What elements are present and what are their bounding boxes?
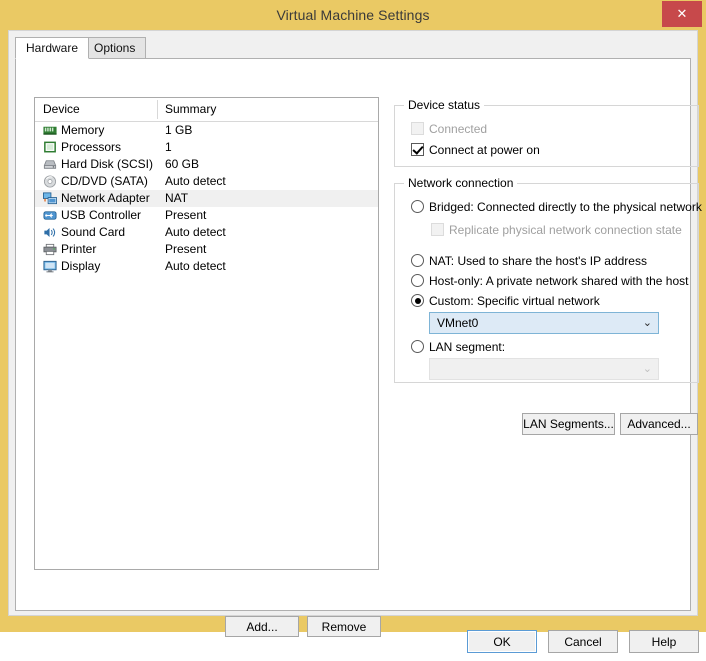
table-row[interactable]: Hard Disk (SCSI) 60 GB <box>35 156 378 173</box>
radio-lan-segment[interactable]: LAN segment: <box>411 340 505 354</box>
radio-custom[interactable]: Custom: Specific virtual network <box>411 294 600 308</box>
title-bar: Virtual Machine Settings ✕ <box>0 0 706 30</box>
radio-button[interactable] <box>411 340 424 353</box>
device-summary: 1 GB <box>165 122 192 139</box>
device-name: USB Controller <box>61 207 141 224</box>
checkbox-box <box>431 223 444 236</box>
tab-options[interactable]: Options <box>83 37 146 59</box>
close-icon[interactable]: ✕ <box>662 1 702 27</box>
ok-button[interactable]: OK <box>467 630 537 653</box>
lan-segments-button[interactable]: LAN Segments... <box>522 413 615 435</box>
radio-host-only[interactable]: Host-only: A private network shared with… <box>411 274 688 288</box>
table-row[interactable]: Network Adapter NAT <box>35 190 378 207</box>
hard-disk-icon <box>42 157 58 172</box>
processor-icon <box>42 140 58 155</box>
radio-bridged-label: Bridged: Connected directly to the physi… <box>429 200 702 214</box>
connected-checkbox: Connected <box>411 122 487 136</box>
radio-button[interactable] <box>411 294 424 307</box>
column-divider <box>157 100 158 119</box>
connected-label: Connected <box>429 122 487 136</box>
radio-custom-label: Custom: Specific virtual network <box>429 294 600 308</box>
radio-bridged[interactable]: Bridged: Connected directly to the physi… <box>411 200 702 214</box>
device-summary: 1 <box>165 139 172 156</box>
sound-card-icon <box>42 225 58 240</box>
dialog-client-area: Hardware Options Device Summary <box>8 30 698 616</box>
cd-dvd-icon <box>42 174 58 189</box>
column-header-summary: Summary <box>165 98 216 121</box>
radio-button[interactable] <box>411 254 424 267</box>
replicate-physical-state-checkbox: Replicate physical network connection st… <box>431 223 682 237</box>
device-name: Display <box>61 258 100 275</box>
custom-network-value: VMnet0 <box>437 313 478 333</box>
replicate-label: Replicate physical network connection st… <box>449 223 682 237</box>
window-title: Virtual Machine Settings <box>0 0 706 30</box>
device-summary: Auto detect <box>165 258 226 275</box>
device-summary: Auto detect <box>165 224 226 241</box>
help-button[interactable]: Help <box>629 630 699 653</box>
virtual-machine-settings-window: Virtual Machine Settings ✕ Hardware Opti… <box>0 0 706 632</box>
device-name: Network Adapter <box>61 190 150 207</box>
table-row[interactable]: Sound Card Auto detect <box>35 224 378 241</box>
column-header-device: Device <box>43 98 80 121</box>
device-name: Printer <box>61 241 96 258</box>
radio-nat[interactable]: NAT: Used to share the host's IP address <box>411 254 647 268</box>
lan-segment-select: ⌄ <box>429 358 659 380</box>
table-row[interactable]: Memory 1 GB <box>35 122 378 139</box>
device-name: Processors <box>61 139 121 156</box>
device-summary: Present <box>165 241 206 258</box>
device-summary: Auto detect <box>165 173 226 190</box>
cancel-button[interactable]: Cancel <box>548 630 618 653</box>
table-row[interactable]: Display Auto detect <box>35 258 378 275</box>
radio-host-only-label: Host-only: A private network shared with… <box>429 274 688 288</box>
radio-button[interactable] <box>411 274 424 287</box>
custom-network-select[interactable]: VMnet0 ⌄ <box>429 312 659 334</box>
device-name: Hard Disk (SCSI) <box>61 156 153 173</box>
device-name: Sound Card <box>61 224 125 241</box>
table-row[interactable]: CD/DVD (SATA) Auto detect <box>35 173 378 190</box>
checkbox-box <box>411 122 424 135</box>
printer-icon <box>42 242 58 257</box>
memory-icon <box>42 123 58 138</box>
device-name: CD/DVD (SATA) <box>61 173 148 190</box>
tab-strip: Hardware Options <box>15 37 691 59</box>
device-status-group: Device status Connected Connect at power… <box>394 105 699 167</box>
device-summary: Present <box>165 207 206 224</box>
checkbox-box[interactable] <box>411 143 424 156</box>
usb-controller-icon <box>42 208 58 223</box>
advanced-button[interactable]: Advanced... <box>620 413 698 435</box>
device-summary: NAT <box>165 190 188 207</box>
radio-lan-segment-label: LAN segment: <box>429 340 505 354</box>
table-row[interactable]: USB Controller Present <box>35 207 378 224</box>
device-status-title: Device status <box>404 99 484 111</box>
radio-nat-label: NAT: Used to share the host's IP address <box>429 254 647 268</box>
radio-button[interactable] <box>411 200 424 213</box>
network-adapter-icon <box>42 191 58 206</box>
device-list-header: Device Summary <box>35 98 378 122</box>
network-connection-group: Network connection Bridged: Connected di… <box>394 183 699 383</box>
dialog-footer: OK Cancel Help <box>9 617 699 661</box>
network-connection-title: Network connection <box>404 177 517 189</box>
device-settings-pane: Device status Connected Connect at power… <box>394 97 704 442</box>
tab-hardware[interactable]: Hardware <box>15 37 89 59</box>
display-icon <box>42 259 58 274</box>
chevron-down-icon: ⌄ <box>643 359 652 379</box>
table-row[interactable]: Printer Present <box>35 241 378 258</box>
chevron-down-icon[interactable]: ⌄ <box>643 313 652 333</box>
connect-at-power-on-checkbox[interactable]: Connect at power on <box>411 143 540 157</box>
connect-at-power-on-label: Connect at power on <box>429 143 540 157</box>
device-list[interactable]: Device Summary Memory 1 GB <box>34 97 379 570</box>
table-row[interactable]: Processors 1 <box>35 139 378 156</box>
hardware-tab-panel: Device Summary Memory 1 GB <box>15 58 691 611</box>
device-name: Memory <box>61 122 104 139</box>
device-summary: 60 GB <box>165 156 199 173</box>
